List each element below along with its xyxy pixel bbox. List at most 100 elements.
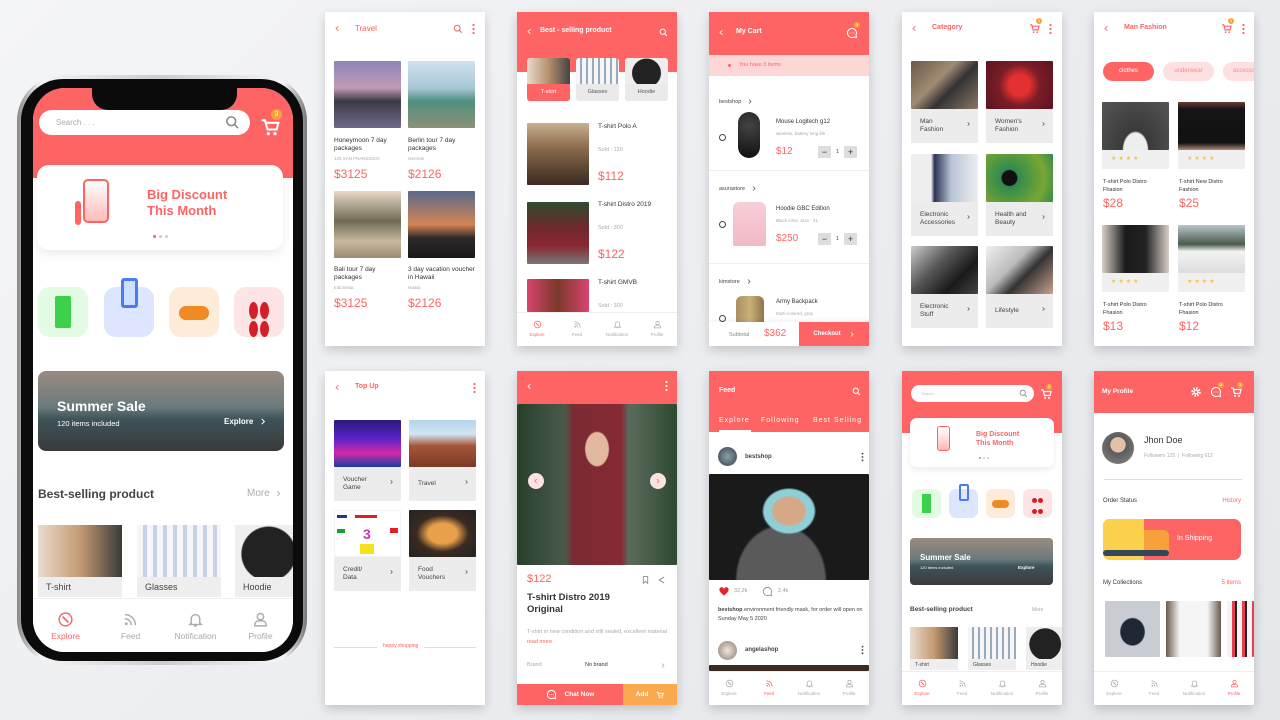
product-image[interactable] bbox=[1178, 102, 1245, 150]
following-count[interactable]: Following 612 bbox=[1182, 453, 1213, 459]
chat-icon[interactable] bbox=[846, 27, 858, 39]
more-vert-icon[interactable] bbox=[665, 380, 668, 392]
nav-item-explore[interactable]: Explore bbox=[33, 599, 98, 652]
nav-item-profile[interactable]: Profile bbox=[637, 313, 677, 346]
coupon-icon[interactable] bbox=[38, 287, 88, 337]
tab-hoodie[interactable]: Hoodie bbox=[625, 58, 668, 101]
topup-tile-credit-data[interactable]: Credit/ Data bbox=[334, 557, 401, 591]
more-link[interactable]: More bbox=[247, 488, 282, 499]
topup-image[interactable] bbox=[334, 420, 401, 467]
search-input[interactable]: Search . . . bbox=[39, 110, 250, 135]
previous-image-button[interactable] bbox=[528, 473, 544, 489]
product-card-glasses[interactable]: Glasses bbox=[968, 627, 1016, 670]
category-tile-electronic-accessories[interactable]: Electronic Accessories bbox=[911, 202, 978, 236]
nav-item-profile[interactable]: Profile bbox=[1022, 672, 1062, 705]
cart-icon[interactable] bbox=[1029, 23, 1040, 34]
share-icon[interactable] bbox=[657, 575, 666, 585]
checkout-button[interactable]: Checkout bbox=[799, 322, 869, 346]
product-card-tshirt[interactable]: T-shirt bbox=[38, 525, 122, 597]
cart-icon[interactable] bbox=[260, 117, 280, 137]
cart-item-name[interactable]: Army Backpack bbox=[776, 298, 818, 306]
chip-underwear[interactable]: underwear bbox=[1163, 62, 1214, 81]
nav-item-feed[interactable]: Feed bbox=[98, 599, 163, 652]
category-image[interactable] bbox=[986, 61, 1053, 109]
tab-tshirt[interactable]: T-shirt bbox=[527, 58, 570, 101]
summer-sale-banner[interactable]: Summer Sale 120 items included Explore bbox=[38, 371, 284, 451]
more-categories-icon[interactable] bbox=[1023, 489, 1052, 518]
product-name[interactable]: T-shirt New Distro Fashion bbox=[1179, 179, 1239, 194]
collection-image[interactable] bbox=[1166, 601, 1221, 657]
category-image[interactable] bbox=[986, 246, 1053, 294]
cart-item-name[interactable]: Hoodie GBC Edition bbox=[776, 205, 830, 213]
more-vert-icon[interactable] bbox=[861, 645, 864, 655]
settings-gear-icon[interactable] bbox=[1190, 386, 1202, 398]
next-image-button[interactable] bbox=[650, 473, 666, 489]
product-name[interactable]: T-shirt Polo Distro Fhasion bbox=[1179, 302, 1239, 317]
phone-topup-icon[interactable] bbox=[104, 278, 154, 337]
phone-topup-icon[interactable] bbox=[949, 484, 978, 518]
back-icon[interactable] bbox=[526, 28, 533, 35]
search-icon[interactable] bbox=[852, 387, 861, 396]
product-card-glasses[interactable]: Glasses bbox=[137, 525, 221, 597]
nav-item-notification[interactable]: Notification bbox=[1174, 672, 1214, 705]
coupon-icon[interactable] bbox=[912, 489, 941, 518]
more-vert-icon[interactable] bbox=[861, 452, 864, 462]
cart-icon[interactable] bbox=[1040, 388, 1052, 400]
increment-button[interactable]: + bbox=[844, 233, 857, 245]
product-card-hoodie[interactable]: Hoodie bbox=[235, 525, 293, 597]
nav-item-feed[interactable]: Feed bbox=[1134, 672, 1174, 705]
more-vert-icon[interactable] bbox=[1242, 23, 1245, 35]
chat-now-button[interactable]: Chat Now bbox=[517, 684, 623, 705]
select-radio[interactable] bbox=[719, 315, 726, 322]
back-icon[interactable] bbox=[1103, 25, 1110, 32]
product-image[interactable] bbox=[527, 202, 589, 264]
profile-avatar[interactable] bbox=[1102, 432, 1134, 464]
back-icon[interactable] bbox=[911, 25, 918, 32]
back-icon[interactable] bbox=[334, 25, 341, 32]
travel-image[interactable] bbox=[334, 191, 401, 258]
travel-image[interactable] bbox=[408, 61, 475, 128]
category-image[interactable] bbox=[911, 246, 978, 294]
post-username[interactable]: angelashop bbox=[745, 647, 778, 653]
select-radio[interactable] bbox=[719, 221, 726, 228]
topup-image[interactable] bbox=[409, 420, 476, 467]
travel-item-name[interactable]: Berlin tour 7 day packages bbox=[408, 137, 475, 153]
nav-item-explore[interactable]: Explore bbox=[709, 672, 749, 705]
product-name[interactable]: T-shirt Polo Distro Fhasion bbox=[1103, 302, 1163, 317]
like-icon[interactable] bbox=[718, 586, 730, 597]
tab-explore[interactable]: Explore bbox=[719, 417, 750, 424]
product-image[interactable] bbox=[527, 123, 589, 185]
select-radio[interactable] bbox=[719, 134, 726, 141]
nav-item-profile[interactable]: Profile bbox=[1214, 672, 1254, 705]
caption-username[interactable]: bestshop bbox=[718, 607, 742, 613]
more-link[interactable]: More bbox=[1032, 607, 1043, 613]
store-link[interactable]: kimstore bbox=[719, 278, 752, 285]
nav-item-feed[interactable]: Feed bbox=[557, 313, 597, 346]
cart-item-name[interactable]: Mouse Logitech g12 bbox=[776, 118, 830, 126]
category-image[interactable] bbox=[986, 154, 1053, 202]
promo-explore-link[interactable]: Explore bbox=[224, 417, 267, 426]
topup-image[interactable] bbox=[409, 510, 476, 557]
avatar[interactable] bbox=[718, 447, 737, 466]
read-more-link[interactable]: read more bbox=[527, 639, 552, 645]
search-icon[interactable] bbox=[659, 28, 668, 37]
collection-image[interactable] bbox=[1227, 601, 1254, 657]
product-image[interactable] bbox=[527, 279, 589, 312]
carousel-dots[interactable] bbox=[979, 457, 989, 459]
chip-clothes[interactable]: clothes bbox=[1103, 62, 1154, 81]
product-name[interactable]: T-shirt Polo Distro Fhasion bbox=[1103, 179, 1163, 194]
add-to-cart-button[interactable]: Add bbox=[623, 684, 677, 705]
nav-item-notification[interactable]: Notification bbox=[597, 313, 637, 346]
category-tile-man-fashion[interactable]: Man Fashion bbox=[911, 109, 978, 143]
topup-tile-travel[interactable]: Travel bbox=[409, 467, 476, 501]
followers-count[interactable]: Followers 125 bbox=[1144, 453, 1175, 459]
history-link[interactable]: History bbox=[1222, 498, 1241, 504]
discount-banner[interactable]: Big Discount This Month bbox=[37, 165, 283, 250]
chevron-right-icon[interactable] bbox=[660, 662, 666, 669]
category-tile-health-beauty[interactable]: Health and Beauty bbox=[986, 202, 1053, 236]
increment-button[interactable]: + bbox=[844, 146, 857, 158]
gamepad-icon[interactable] bbox=[169, 287, 219, 337]
promo-explore-link[interactable]: Explore bbox=[1018, 565, 1035, 570]
quantity-stepper[interactable]: − 1 + bbox=[818, 146, 857, 158]
category-tile-womens-fashion[interactable]: Women's Fashion bbox=[986, 109, 1053, 143]
